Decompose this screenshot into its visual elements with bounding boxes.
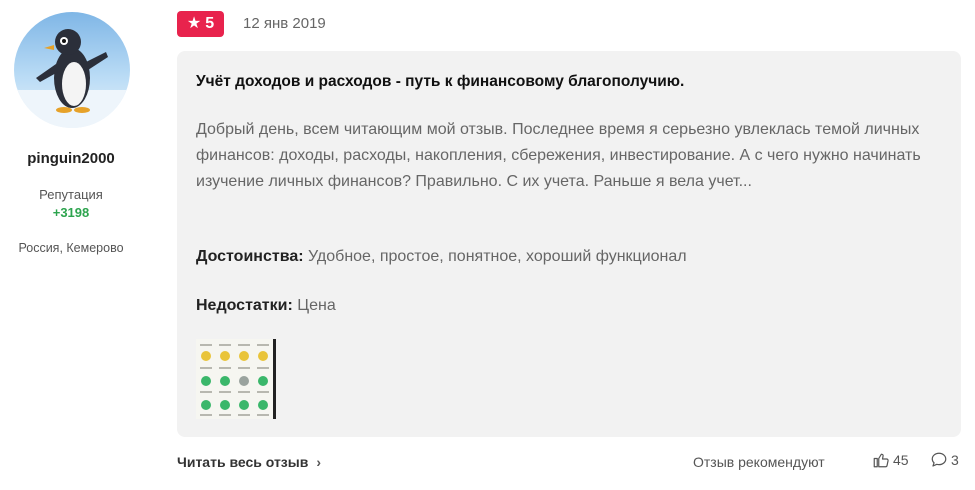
penguin-avatar-icon	[14, 29, 130, 128]
like-button[interactable]: 45	[872, 451, 909, 469]
comments-button[interactable]: 3	[930, 451, 959, 469]
reputation-value: +3198	[52, 205, 90, 220]
user-avatar[interactable]	[14, 12, 130, 128]
read-more-label: Читать весь отзыв	[177, 454, 309, 470]
comment-icon	[931, 452, 947, 467]
likes-count: 45	[893, 452, 909, 468]
app-screenshot-image	[196, 339, 273, 419]
cons-label: Недостатки:	[196, 297, 293, 314]
review-card[interactable]: Учёт доходов и расходов - путь к финансо…	[177, 51, 961, 437]
username[interactable]: pinguin2000	[0, 150, 142, 167]
comments-count: 3	[951, 452, 959, 468]
user-location: Россия, Кемерово	[18, 241, 124, 255]
thumbs-up-icon	[873, 453, 889, 468]
reputation-label: Репутация	[39, 187, 103, 202]
user-column: pinguin2000 Репутация +3198 Россия, Кеме…	[0, 0, 160, 490]
rating-value: 5	[205, 15, 215, 32]
read-full-review-link[interactable]: Читать весь отзыв ›	[177, 454, 321, 470]
review-cons: Недостатки: Цена	[196, 297, 336, 315]
pros-label: Достоинства:	[196, 248, 304, 265]
review-title[interactable]: Учёт доходов и расходов - путь к финансо…	[196, 73, 684, 91]
rating-badge: ★ 5	[177, 11, 224, 37]
chevron-right-icon: ›	[316, 454, 321, 470]
review-text[interactable]: Добрый день, всем читающим мой отзыв. По…	[196, 117, 946, 195]
review-photo-thumbnail[interactable]	[196, 339, 276, 419]
review-pros: Достоинства: Удобное, простое, понятное,…	[196, 248, 687, 266]
cons-text: Цена	[297, 297, 336, 314]
star-icon: ★	[186, 15, 202, 32]
review-date: 12 янв 2019	[243, 15, 326, 32]
recommend-label: Отзыв рекомендуют	[693, 454, 825, 470]
pros-text: Удобное, простое, понятное, хороший функ…	[308, 248, 687, 265]
